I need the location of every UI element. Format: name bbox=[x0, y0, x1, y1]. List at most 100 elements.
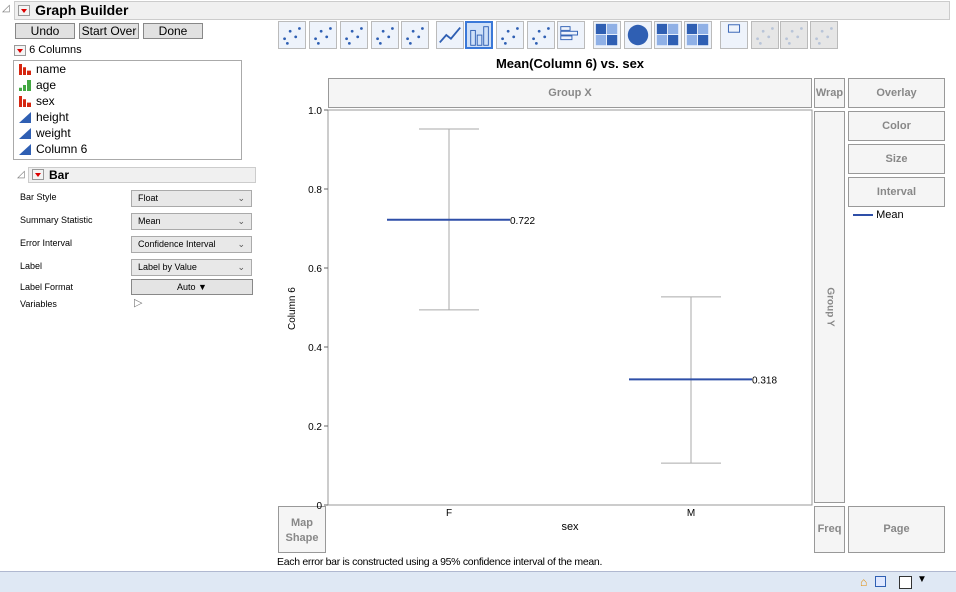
line-of-fit-icon bbox=[345, 27, 363, 45]
red-triangle-menu-icon[interactable] bbox=[18, 5, 30, 16]
nominal-column-icon bbox=[19, 96, 31, 107]
start-over-button[interactable]: Start Over bbox=[79, 23, 139, 39]
smoother-element-button[interactable] bbox=[309, 21, 337, 49]
box-plot-element-button[interactable] bbox=[527, 21, 555, 49]
mosaic-icon bbox=[686, 23, 709, 46]
column-item[interactable]: sex bbox=[14, 93, 241, 109]
ellipse-element-button[interactable] bbox=[371, 21, 399, 49]
value-label: 0.722 bbox=[510, 216, 535, 227]
column-name: sex bbox=[36, 94, 55, 108]
window-box-icon[interactable] bbox=[899, 576, 912, 589]
histogram-element-button[interactable] bbox=[557, 21, 585, 49]
option-select[interactable]: Mean ⌄ bbox=[131, 213, 252, 230]
y-tick-label: 0.8 bbox=[308, 185, 322, 196]
parallel-icon bbox=[815, 27, 833, 45]
data-table-icon[interactable] bbox=[875, 576, 886, 587]
y-tick-label: 0.6 bbox=[308, 264, 322, 275]
line-icon bbox=[439, 26, 461, 44]
option-label: Summary Statistic bbox=[20, 215, 93, 225]
continuous-column-icon bbox=[19, 128, 31, 139]
column-item[interactable]: height bbox=[14, 109, 241, 125]
chevron-down-icon: ⌄ bbox=[237, 193, 245, 203]
dropdown-arrow-icon[interactable]: ▼ bbox=[917, 574, 927, 585]
column-item[interactable]: name bbox=[14, 61, 241, 77]
option-label: Bar Style bbox=[20, 192, 57, 202]
nominal-column-icon bbox=[19, 64, 31, 75]
bar-panel-header: Bar bbox=[28, 167, 256, 183]
legend-item-mean[interactable]: Mean bbox=[853, 209, 904, 221]
pie-element-button[interactable] bbox=[624, 21, 652, 49]
formula-icon bbox=[756, 27, 774, 45]
done-button[interactable]: Done bbox=[143, 23, 203, 39]
y-tick-label: 0.2 bbox=[308, 422, 322, 433]
status-bar: ⌂ ▼ bbox=[0, 571, 956, 592]
color-zone[interactable]: Color bbox=[848, 111, 945, 141]
column-item[interactable]: Column 6 bbox=[14, 141, 241, 157]
line-element-button[interactable] bbox=[436, 21, 464, 49]
variables-label: Variables bbox=[20, 299, 57, 309]
ellipse-icon bbox=[376, 27, 394, 45]
option-select[interactable]: Confidence Interval ⌄ bbox=[131, 236, 252, 253]
y-tick-label: 1.0 bbox=[308, 106, 322, 117]
heatmap-element-button[interactable] bbox=[593, 21, 621, 49]
caption-box-element-button[interactable] bbox=[720, 21, 748, 49]
histogram-icon bbox=[560, 26, 578, 41]
chart-area: 0 0.2 0.4 0.6 0.8 1.0 F 0.722 M 0.318 bbox=[308, 106, 813, 519]
x-axis-label: sex bbox=[561, 521, 579, 533]
option-select[interactable]: Label by Value ⌄ bbox=[131, 259, 252, 276]
option-label: Label bbox=[20, 261, 43, 271]
option-value: Float bbox=[138, 193, 159, 203]
map-shapes-icon bbox=[785, 27, 803, 45]
map-shapes-element-button[interactable] bbox=[780, 21, 808, 49]
y-axis-label: Column 6 bbox=[287, 287, 298, 330]
page-zone[interactable]: Page bbox=[848, 506, 945, 553]
label-format-button[interactable]: Auto ▼ bbox=[131, 279, 253, 295]
column-item[interactable]: weight bbox=[14, 125, 241, 141]
columns-menu-icon[interactable] bbox=[14, 44, 26, 56]
option-label: Error Interval bbox=[20, 238, 73, 248]
bar-element-button[interactable] bbox=[465, 21, 493, 49]
home-icon[interactable]: ⌂ bbox=[860, 575, 867, 589]
column-list[interactable]: name age sex height weight Column 6 bbox=[13, 60, 242, 160]
pie-icon bbox=[627, 24, 649, 46]
line-of-fit-element-button[interactable] bbox=[340, 21, 368, 49]
parallel-element-button[interactable] bbox=[810, 21, 838, 49]
caption-box-icon bbox=[727, 24, 741, 33]
treemap-icon bbox=[656, 23, 679, 46]
treemap-element-button[interactable] bbox=[654, 21, 682, 49]
overlay-zone[interactable]: Overlay bbox=[848, 78, 945, 108]
contour-element-button[interactable] bbox=[401, 21, 429, 49]
points-icon bbox=[283, 27, 301, 45]
bar-menu-icon[interactable] bbox=[32, 169, 44, 180]
size-zone[interactable]: Size bbox=[848, 144, 945, 174]
column-name: age bbox=[36, 78, 57, 92]
option-value: Confidence Interval bbox=[138, 239, 216, 249]
heatmap-icon bbox=[595, 23, 618, 46]
y-tick-label: 0 bbox=[316, 501, 322, 512]
bar-icon bbox=[470, 26, 489, 46]
variables-expand-icon[interactable]: ▷ bbox=[134, 296, 142, 309]
column-item[interactable]: age bbox=[14, 77, 241, 93]
label-format-value: Auto bbox=[177, 282, 196, 292]
ordinal-column-icon bbox=[19, 80, 31, 91]
collapse-triangle[interactable]: ◿ bbox=[2, 3, 10, 14]
points-element-button[interactable] bbox=[278, 21, 306, 49]
columns-header: 6 Columns bbox=[14, 44, 82, 56]
area-element-button[interactable] bbox=[496, 21, 524, 49]
mosaic-element-button[interactable] bbox=[684, 21, 712, 49]
undo-button[interactable]: Undo bbox=[15, 23, 75, 39]
column-name: Column 6 bbox=[36, 142, 88, 156]
interval-zone[interactable]: Interval bbox=[848, 177, 945, 207]
label-format-label: Label Format bbox=[20, 282, 74, 292]
formula-element-button[interactable] bbox=[751, 21, 779, 49]
y-tick-label: 0.4 bbox=[308, 343, 322, 354]
chevron-down-icon: ⌄ bbox=[237, 239, 245, 249]
area-icon bbox=[501, 27, 519, 45]
x-tick-label: M bbox=[687, 508, 695, 519]
columns-count: 6 Columns bbox=[29, 44, 82, 56]
plot-frame bbox=[327, 109, 813, 506]
option-select[interactable]: Float ⌄ bbox=[131, 190, 252, 207]
bar-collapse-icon[interactable]: ◿ bbox=[17, 169, 25, 180]
bar-panel-title: Bar bbox=[49, 168, 70, 182]
footnote: Each error bar is constructed using a 95… bbox=[277, 556, 603, 568]
